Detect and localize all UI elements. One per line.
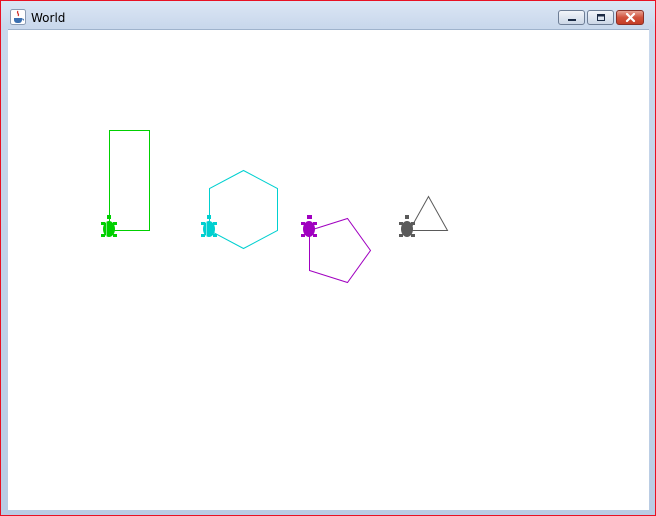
purple-turtle-trail <box>309 217 372 284</box>
purple-turtle[interactable] <box>301 215 317 237</box>
cyan-turtle-trail <box>209 169 278 250</box>
window-controls <box>558 10 644 25</box>
world-drawing <box>101 130 449 284</box>
green-turtle-trail <box>109 130 150 231</box>
maximize-icon <box>596 14 605 21</box>
close-icon <box>625 12 635 22</box>
window-title: World <box>31 11 66 25</box>
minimize-button[interactable] <box>558 10 585 25</box>
close-button[interactable] <box>616 10 644 25</box>
world-canvas[interactable] <box>8 29 649 510</box>
title-bar[interactable]: World <box>1 1 655 29</box>
world-window: World <box>0 0 656 516</box>
gray-turtle-trail <box>408 195 449 231</box>
minimize-icon <box>567 18 576 21</box>
maximize-button[interactable] <box>587 10 614 25</box>
green-turtle[interactable] <box>101 215 117 237</box>
gray-turtle[interactable] <box>399 215 415 237</box>
java-app-icon <box>10 9 26 25</box>
